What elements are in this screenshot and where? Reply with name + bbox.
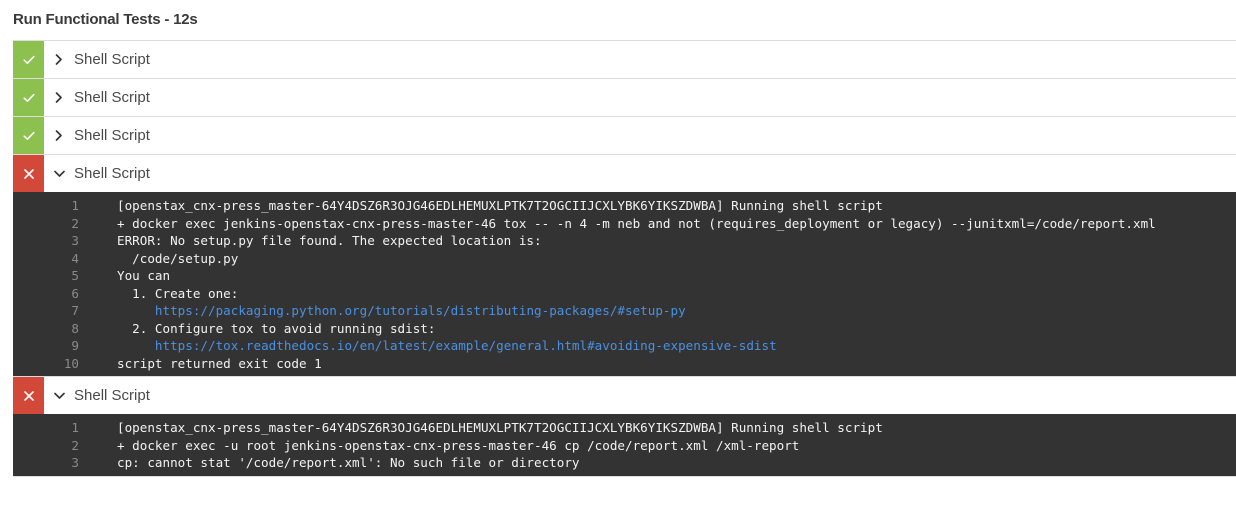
log-line: 6 1. Create one: — [13, 285, 1236, 303]
log-text: + docker exec jenkins-openstax-cnx-press… — [117, 215, 1156, 231]
log-line: 8 2. Configure tox to avoid running sdis… — [13, 320, 1236, 338]
log-line: 2 + docker exec -u root jenkins-openstax-… — [13, 437, 1236, 455]
log-line: 2 + docker exec jenkins-openstax-cnx-pres… — [13, 215, 1236, 233]
log-text: You can — [117, 268, 171, 283]
line-number: 10 — [63, 355, 79, 371]
step-5: Shell Script 1 [openstax_cnx-press_master-… — [13, 377, 1236, 477]
log-text: ERROR: No setup.py file found. The expec… — [117, 233, 542, 248]
failure-cross-icon — [13, 155, 44, 192]
success-check-icon — [13, 41, 44, 78]
step-4: Shell Script 1 [openstax_cnx-press_master-… — [13, 155, 1236, 377]
step-1: Shell Script — [13, 41, 1236, 79]
log-line: 9 https://tox.readthedocs.io/en/latest/e… — [13, 337, 1236, 355]
step-header-2[interactable]: Shell Script — [13, 79, 1236, 116]
line-number: 5 — [71, 268, 79, 283]
log-link[interactable]: https://tox.readthedocs.io/en/latest/exa… — [155, 338, 777, 353]
log-line: 3 cp: cannot stat '/code/report.xml': No … — [13, 454, 1236, 472]
console-log: 1 [openstax_cnx-press_master-64Y4DSZ6R3OJ… — [13, 414, 1236, 476]
step-2: Shell Script — [13, 79, 1236, 117]
step-header-1[interactable]: Shell Script — [13, 41, 1236, 78]
line-number: 1 — [71, 198, 79, 213]
log-text: /code/setup.py — [117, 250, 239, 266]
step-list: Shell Script Shell Script Shell Script Shel… — [13, 41, 1236, 477]
line-number: 6 — [71, 285, 79, 301]
pipeline-stage-panel: Run Functional Tests - 12s Shell Script S… — [13, 0, 1236, 477]
log-line: 10 script returned exit code 1 — [13, 355, 1236, 373]
step-header-3[interactable]: Shell Script — [13, 117, 1236, 154]
log-link[interactable]: https://packaging.python.org/tutorials/d… — [155, 303, 686, 318]
line-number: 4 — [71, 250, 79, 266]
step-3: Shell Script — [13, 117, 1236, 155]
stage-title: Run Functional Tests - 12s — [13, 0, 1236, 41]
log-text: https://tox.readthedocs.io/en/latest/exa… — [117, 337, 777, 355]
line-number: 2 — [71, 437, 79, 453]
log-text: 1. Create one: — [117, 285, 239, 301]
log-text: cp: cannot stat '/code/report.xml': No s… — [117, 455, 580, 470]
chevron-down-icon[interactable] — [44, 155, 74, 192]
success-check-icon — [13, 79, 44, 116]
line-number: 2 — [71, 215, 79, 231]
failure-cross-icon — [13, 377, 44, 414]
line-number: 9 — [71, 338, 79, 353]
log-text: + docker exec -u root jenkins-openstax-c… — [117, 437, 800, 453]
log-line: 3 ERROR: No setup.py file found. The expe… — [13, 232, 1236, 250]
step-header-4[interactable]: Shell Script — [13, 155, 1236, 192]
log-line: 1 [openstax_cnx-press_master-64Y4DSZ6R3OJ… — [13, 419, 1236, 437]
log-text: [openstax_cnx-press_master-64Y4DSZ6R3OJG… — [117, 420, 883, 435]
success-check-icon — [13, 117, 44, 154]
line-number: 3 — [71, 455, 79, 470]
chevron-down-icon[interactable] — [44, 377, 74, 414]
step-label: Shell Script — [74, 387, 150, 404]
console-log: 1 [openstax_cnx-press_master-64Y4DSZ6R3OJ… — [13, 192, 1236, 376]
log-text: https://packaging.python.org/tutorials/d… — [117, 302, 686, 320]
line-number: 7 — [71, 303, 79, 318]
step-label: Shell Script — [74, 127, 150, 144]
log-line: 5 You can — [13, 267, 1236, 285]
chevron-right-icon[interactable] — [44, 41, 74, 78]
step-label: Shell Script — [74, 51, 150, 68]
line-number: 1 — [71, 420, 79, 435]
chevron-right-icon[interactable] — [44, 117, 74, 154]
log-line: 7 https://packaging.python.org/tutorials… — [13, 302, 1236, 320]
line-number: 8 — [71, 320, 79, 336]
log-indent — [117, 338, 155, 353]
log-line: 4 /code/setup.py — [13, 250, 1236, 268]
log-indent — [117, 303, 155, 318]
line-number: 3 — [71, 233, 79, 248]
step-header-5[interactable]: Shell Script — [13, 377, 1236, 414]
log-text: script returned exit code 1 — [117, 355, 322, 371]
log-text: 2. Configure tox to avoid running sdist: — [117, 320, 436, 336]
step-label: Shell Script — [74, 165, 150, 182]
log-line: 1 [openstax_cnx-press_master-64Y4DSZ6R3OJ… — [13, 197, 1236, 215]
log-text: [openstax_cnx-press_master-64Y4DSZ6R3OJG… — [117, 198, 883, 213]
step-label: Shell Script — [74, 89, 150, 106]
chevron-right-icon[interactable] — [44, 79, 74, 116]
